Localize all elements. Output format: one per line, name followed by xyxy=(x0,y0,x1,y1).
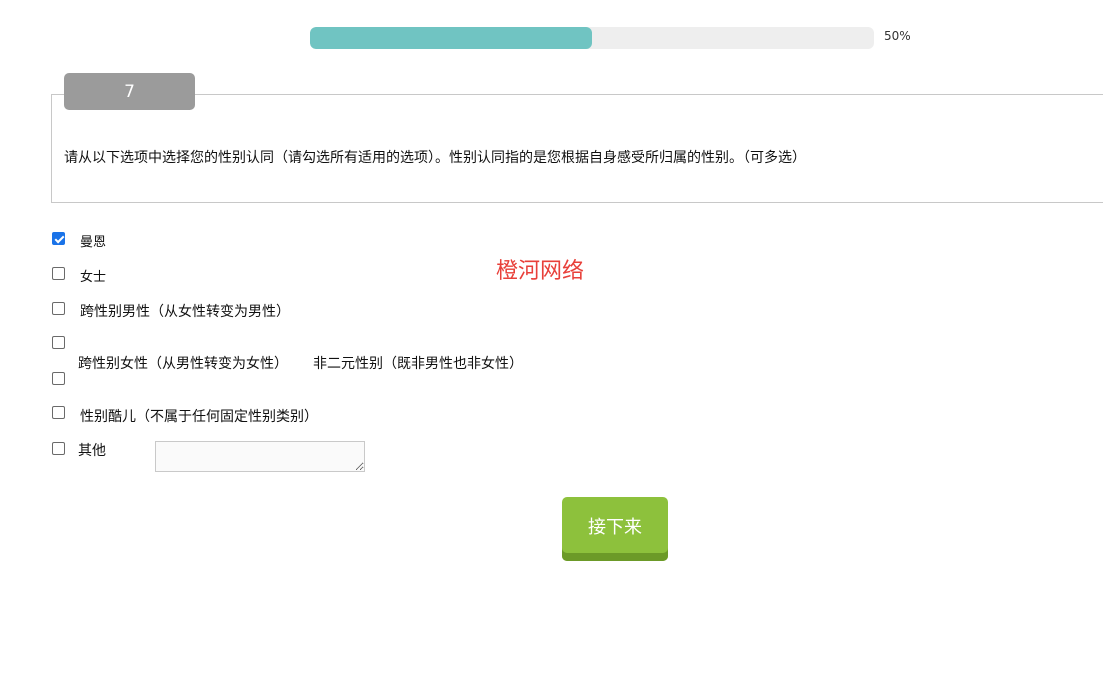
option-label-trans-man[interactable]: 跨性别男性（从女性转变为男性） xyxy=(80,301,290,321)
option-checkbox-man[interactable] xyxy=(52,232,65,245)
progress-bar-fill xyxy=(310,27,592,49)
next-button[interactable]: 接下来 xyxy=(562,497,668,561)
other-text-input[interactable] xyxy=(155,441,365,472)
option-label-non-binary[interactable]: 非二元性别（既非男性也非女性） xyxy=(313,353,523,373)
option-checkbox-non-binary[interactable] xyxy=(52,372,65,385)
option-label-woman[interactable]: 女士 xyxy=(80,266,106,285)
option-checkbox-other[interactable] xyxy=(52,442,65,455)
question-text: 请从以下选项中选择您的性别认同（请勾选所有适用的选项）。性别认同指的是您根据自身… xyxy=(64,150,806,166)
survey-page: 50% 7 请从以下选项中选择您的性别认同（请勾选所有适用的选项）。性别认同指的… xyxy=(0,0,1103,677)
option-label-genderqueer[interactable]: 性别酷儿（不属于任何固定性别类别） xyxy=(80,406,318,426)
option-label-other[interactable]: 其他 xyxy=(78,440,106,460)
progress-bar xyxy=(310,27,874,49)
option-checkbox-genderqueer[interactable] xyxy=(52,406,65,419)
option-checkbox-woman[interactable] xyxy=(52,267,65,280)
option-label-trans-woman[interactable]: 跨性别女性（从男性转变为女性） xyxy=(78,353,288,373)
option-label-man[interactable]: 曼恩 xyxy=(80,231,106,250)
watermark-text: 橙河网络 xyxy=(496,259,585,284)
progress-label: 50% xyxy=(884,29,911,43)
question-number-badge: 7 xyxy=(64,73,195,110)
option-checkbox-trans-man[interactable] xyxy=(52,302,65,315)
option-checkbox-trans-woman[interactable] xyxy=(52,336,65,349)
